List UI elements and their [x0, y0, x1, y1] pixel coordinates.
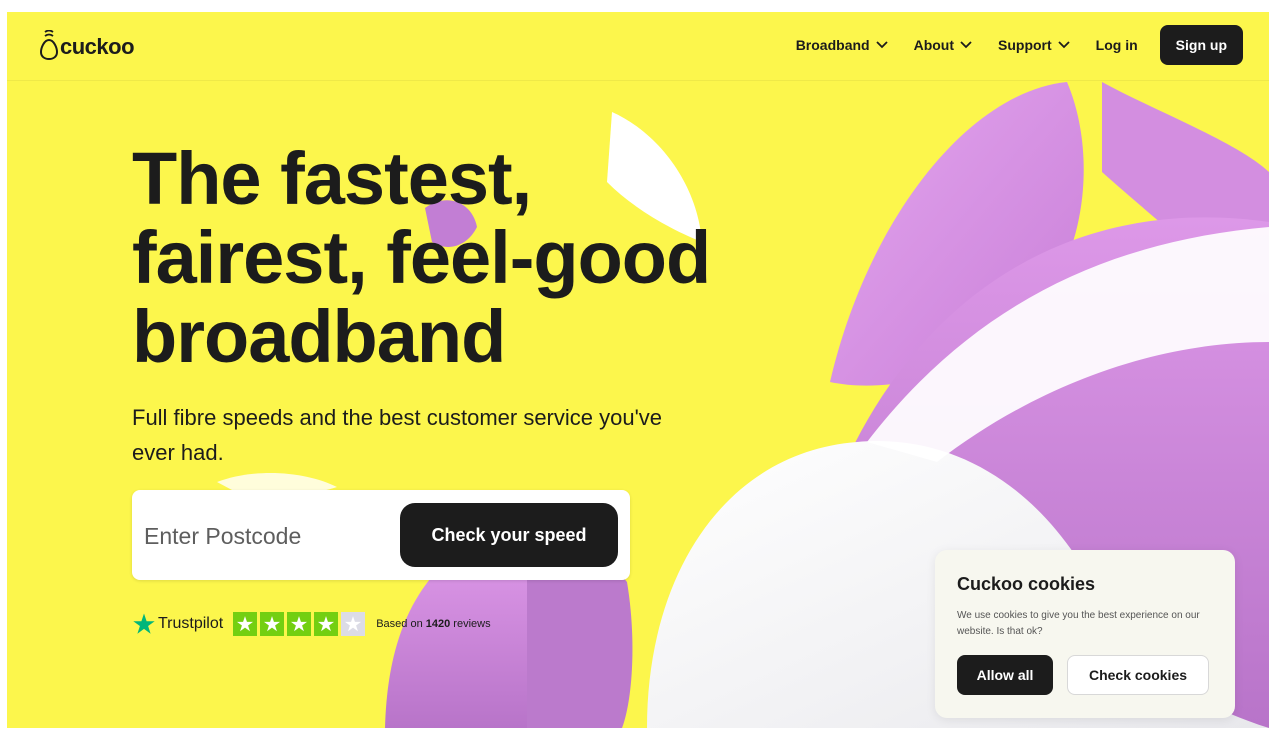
check-speed-button[interactable]: Check your speed [400, 503, 618, 567]
reviews-prefix: Based on [376, 618, 423, 630]
trustpilot-name: Trustpilot [158, 615, 224, 632]
nav-broadband[interactable]: Broadband [796, 37, 888, 53]
main-nav: Broadband About Support Log in Sign up [796, 25, 1243, 65]
chevron-down-icon [960, 41, 972, 49]
page-frame: cuckoo Broadband About Support Log in Si… [7, 12, 1269, 728]
cuckoo-logo[interactable]: cuckoo [40, 30, 135, 60]
chevron-down-icon [1058, 41, 1070, 49]
site-header: cuckoo Broadband About Support Log in Si… [7, 12, 1269, 81]
star-icon [237, 616, 254, 632]
hero-title-line-2: fairest, feel-good [132, 216, 711, 299]
allow-all-button[interactable]: Allow all [957, 655, 1053, 695]
star-icon [345, 616, 362, 632]
cookie-banner: Cuckoo cookies We use cookies to give yo… [935, 550, 1235, 718]
nav-about[interactable]: About [914, 37, 972, 53]
nav-about-label: About [913, 37, 955, 53]
star-icon [264, 616, 281, 632]
cookie-text: We use cookies to give you the best expe… [957, 610, 1200, 637]
cuckoo-egg-icon [40, 30, 58, 60]
reviews-suffix: reviews [453, 618, 491, 630]
signup-button[interactable]: Sign up [1159, 25, 1243, 65]
hero-title-line-3: broadband [132, 295, 506, 378]
rating-star [287, 612, 312, 636]
trustpilot-star-icon [133, 613, 155, 634]
nav-broadband-label: Broadband [795, 37, 870, 53]
trustpilot-stars [233, 612, 368, 636]
rating-star [260, 612, 285, 636]
rating-star [314, 612, 339, 636]
postcode-form: Check your speed [132, 490, 630, 580]
nav-support[interactable]: Support [998, 37, 1070, 53]
hero-title-line-1: The fastest, [132, 137, 532, 220]
chevron-down-icon [875, 41, 888, 49]
reviews-count: 1420 [425, 618, 451, 630]
star-icon [318, 616, 335, 632]
rating-star [341, 612, 366, 636]
nav-support-label: Support [998, 37, 1052, 53]
login-link[interactable]: Log in [1096, 37, 1138, 53]
hero-subtitle: Full fibre speeds and the best customer … [132, 405, 663, 465]
postcode-input[interactable] [142, 510, 396, 562]
check-cookies-button[interactable]: Check cookies [1067, 655, 1209, 695]
trustpilot-rating[interactable]: Trustpilot Based on 1420 reviews [132, 612, 491, 636]
cookie-title: Cuckoo cookies [957, 574, 1096, 594]
rating-star [233, 612, 258, 636]
brand-name: cuckoo [60, 34, 135, 59]
star-icon [291, 616, 308, 632]
trustpilot-reviews: Based on 1420 reviews [376, 618, 490, 630]
hero-title: The fastest, fairest, feel-good broadban… [132, 137, 711, 378]
